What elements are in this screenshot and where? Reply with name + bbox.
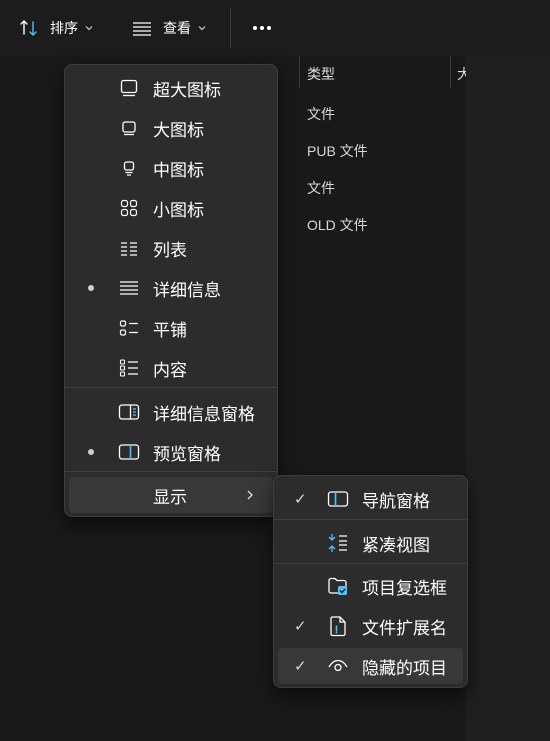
extra-large-icons-icon: [118, 77, 140, 99]
submenu-item-hidden-items[interactable]: ✓ 隐藏的项目: [278, 648, 463, 684]
chevron-right-icon: [239, 484, 261, 506]
menu-item-label: 隐藏的项目: [362, 658, 447, 678]
check-icon: ✓: [294, 491, 307, 508]
column-divider[interactable]: [450, 56, 451, 88]
column-header-size[interactable]: 大: [457, 64, 466, 84]
list-icon: [118, 237, 140, 259]
command-bar: 排序 查看: [0, 0, 550, 56]
medium-icons-icon: [118, 157, 140, 179]
check-icon: ✓: [294, 618, 307, 635]
view-icon: [131, 17, 153, 39]
preview-pane: [466, 56, 550, 741]
view-menu: 超大图标 大图标 中图标 小图标 列表 详细信息 平铺 内容 详细信息窗格 预览…: [64, 64, 278, 517]
submenu-item-item-checkboxes[interactable]: 项目复选框: [278, 568, 463, 604]
view-label: 查看: [163, 20, 191, 36]
sort-button[interactable]: 排序: [18, 10, 94, 46]
menu-item-label: 预览窗格: [153, 444, 221, 464]
menu-item-show[interactable]: 显示: [69, 477, 273, 513]
menu-item-tiles[interactable]: 平铺: [69, 310, 273, 346]
menu-item-label: 平铺: [153, 320, 187, 340]
menu-item-label: 详细信息: [153, 280, 221, 300]
menu-item-details-pane[interactable]: 详细信息窗格: [69, 394, 273, 430]
menu-item-label: 中图标: [153, 160, 204, 180]
menu-item-label: 文件扩展名: [362, 618, 447, 638]
details-pane-icon: [118, 401, 140, 423]
menu-item-label: 紧凑视图: [362, 535, 430, 555]
menu-item-label: 项目复选框: [362, 578, 447, 598]
menu-item-medium-icons[interactable]: 中图标: [69, 150, 273, 186]
column-header-type[interactable]: 类型: [307, 64, 335, 84]
menu-item-label: 内容: [153, 360, 187, 380]
chevron-down-icon: [84, 23, 94, 33]
menu-separator: [274, 519, 467, 520]
hidden-items-icon: [327, 655, 349, 677]
submenu-item-file-extensions[interactable]: ✓ 文件扩展名: [278, 608, 463, 644]
details-icon: [118, 277, 140, 299]
menu-item-details[interactable]: 详细信息: [69, 270, 273, 306]
menu-item-label: 详细信息窗格: [153, 404, 255, 424]
menu-separator: [65, 471, 277, 472]
tiles-icon: [118, 317, 140, 339]
menu-item-label: 大图标: [153, 120, 204, 140]
column-divider[interactable]: [299, 56, 300, 88]
large-icons-icon: [118, 117, 140, 139]
more-options-button[interactable]: [250, 10, 274, 46]
menu-separator: [274, 563, 467, 564]
file-type-cell: 文件: [307, 106, 335, 122]
small-icons-icon: [118, 197, 140, 219]
menu-item-large-icons[interactable]: 大图标: [69, 110, 273, 146]
menu-item-label: 小图标: [153, 200, 204, 220]
sort-icon: [18, 17, 40, 39]
item-checkbox-icon: [327, 575, 349, 597]
view-button[interactable]: 查看: [131, 10, 207, 46]
menu-item-preview-pane[interactable]: 预览窗格: [69, 434, 273, 470]
menu-item-content[interactable]: 内容: [69, 350, 273, 386]
chevron-down-icon: [197, 23, 207, 33]
sort-label: 排序: [50, 20, 78, 36]
file-type-cell: PUB 文件: [307, 143, 368, 159]
more-icon: [250, 17, 274, 39]
file-type-cell: OLD 文件: [307, 217, 368, 233]
menu-separator: [65, 387, 277, 388]
menu-item-small-icons[interactable]: 小图标: [69, 190, 273, 226]
menu-item-extra-large-icons[interactable]: 超大图标: [69, 70, 273, 106]
show-submenu: ✓ 导航窗格 紧凑视图 项目复选框 ✓ 文件扩展名 ✓ 隐藏的项目: [273, 475, 468, 688]
selected-dot-icon: [88, 449, 94, 455]
menu-item-label: 导航窗格: [362, 491, 430, 511]
navigation-pane-icon: [327, 488, 349, 510]
check-icon: ✓: [294, 658, 307, 675]
toolbar-divider: [230, 8, 231, 48]
menu-item-list[interactable]: 列表: [69, 230, 273, 266]
menu-item-label: 显示: [153, 487, 187, 507]
file-extension-icon: [327, 615, 349, 637]
submenu-item-compact-view[interactable]: 紧凑视图: [278, 525, 463, 561]
preview-pane-icon: [118, 441, 140, 463]
file-type-cell: 文件: [307, 180, 335, 196]
content-icon: [118, 357, 140, 379]
menu-item-label: 列表: [153, 240, 187, 260]
menu-item-label: 超大图标: [153, 80, 221, 100]
submenu-item-navigation-pane[interactable]: ✓ 导航窗格: [278, 481, 463, 517]
selected-dot-icon: [88, 285, 94, 291]
compact-view-icon: [327, 532, 349, 554]
